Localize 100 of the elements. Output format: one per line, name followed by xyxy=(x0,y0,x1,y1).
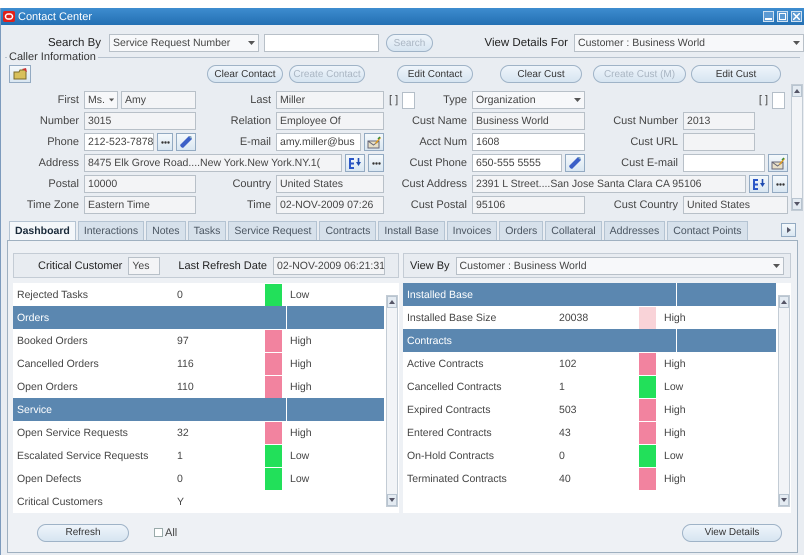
tab[interactable]: Contact Points xyxy=(667,221,748,240)
tab-scroll-button[interactable] xyxy=(781,223,796,237)
field-label: Cust Address xyxy=(402,178,467,190)
metric-label: Cancelled Orders xyxy=(16,358,100,370)
tab[interactable]: Notes xyxy=(146,221,186,240)
view-details-dropdown[interactable]: Customer : Business World xyxy=(574,34,804,52)
checkbox[interactable] xyxy=(772,92,785,108)
folder-button[interactable] xyxy=(9,65,31,83)
minimize-button[interactable] xyxy=(763,11,774,22)
field-label: Relation xyxy=(230,115,271,127)
text-field[interactable]: 02-NOV-2009 07:26 xyxy=(276,196,384,214)
text-field[interactable]: 10000 xyxy=(84,175,196,193)
ellipsis-button[interactable] xyxy=(772,175,788,193)
view-details-button[interactable]: View Details xyxy=(682,524,782,542)
metric-value: 503 xyxy=(558,404,578,416)
envelope-icon xyxy=(366,136,382,148)
view-by-dropdown[interactable]: Customer : Business World xyxy=(456,256,784,274)
scrollbar[interactable] xyxy=(791,84,803,211)
tab[interactable]: Tasks xyxy=(188,221,226,240)
action-button[interactable]: Edit Cust xyxy=(691,65,781,83)
text-field[interactable]: 3015 xyxy=(84,112,196,130)
phone-button[interactable] xyxy=(176,133,196,151)
scroll-up-button[interactable] xyxy=(792,85,802,97)
text-field[interactable] xyxy=(683,154,765,172)
text-field[interactable]: United States xyxy=(683,196,788,214)
text-field[interactable]: 650-555 5555 xyxy=(472,154,562,172)
text-field[interactable]: Employee Of xyxy=(276,112,384,130)
text-field[interactable]: 2391 L Street....San Jose Santa Clara CA 95106 xyxy=(472,175,746,193)
tab[interactable]: Collateral xyxy=(545,221,602,240)
down-arrow-icon xyxy=(781,498,787,502)
text-field[interactable]: amy.miller@bus xyxy=(276,133,361,151)
action-button[interactable]: Edit Contact xyxy=(397,65,473,83)
tab[interactable]: Dashboard xyxy=(9,221,76,240)
metric-value: 116 xyxy=(176,358,195,370)
text-field[interactable]: Amy xyxy=(121,91,196,109)
tab[interactable]: Service Request xyxy=(228,221,318,240)
phone-button[interactable] xyxy=(565,154,585,172)
up-arrow-icon xyxy=(389,300,395,304)
text-field[interactable]: 212-523-7878 xyxy=(84,133,154,151)
metric-value: 43 xyxy=(558,426,572,438)
scroll-down-button[interactable] xyxy=(779,494,789,506)
scroll-up-button[interactable] xyxy=(779,296,789,308)
metric-label: Active Contracts xyxy=(406,358,484,370)
scroll-down-button[interactable] xyxy=(387,494,397,506)
status-rating: High xyxy=(289,358,313,370)
scroll-up-button[interactable] xyxy=(387,296,397,308)
dropdown[interactable]: Organization xyxy=(472,91,585,109)
field-label: Cust Postal xyxy=(410,199,467,211)
ellipsis-button[interactable] xyxy=(368,154,384,172)
text-field[interactable]: Eastern Time xyxy=(84,196,196,214)
field-label: Cust Number xyxy=(613,115,678,127)
action-button[interactable]: Clear Contact xyxy=(207,65,283,83)
text-field[interactable]: United States xyxy=(276,175,384,193)
close-button[interactable] xyxy=(791,11,802,22)
field-label: Postal xyxy=(48,178,79,190)
scroll-down-button[interactable] xyxy=(792,198,802,210)
critical-customer-label: Critical Customer xyxy=(38,260,122,272)
checkbox[interactable] xyxy=(154,528,163,537)
status-rating: Low xyxy=(289,450,310,462)
field-label: Number xyxy=(40,115,79,127)
refresh-button[interactable]: Refresh xyxy=(37,524,129,542)
caret-icon xyxy=(773,264,780,268)
field-label: Cust Country xyxy=(614,199,678,211)
up-arrow-icon xyxy=(794,89,800,93)
search-field[interactable] xyxy=(264,34,379,52)
status-rating: High xyxy=(289,334,313,346)
field-label: Acct Num xyxy=(419,136,467,148)
metric-label: Open Service Requests xyxy=(16,426,129,438)
action-button[interactable]: Clear Cust xyxy=(500,65,582,83)
tab[interactable]: Install Base xyxy=(378,221,445,240)
text-field[interactable]: 8475 Elk Grove Road....New York.New York.NY.1( xyxy=(84,154,342,172)
scrollbar[interactable] xyxy=(778,295,790,507)
text-field[interactable]: Miller xyxy=(276,91,384,109)
tab[interactable]: Contracts xyxy=(319,221,376,240)
text-field[interactable] xyxy=(683,133,755,151)
caret-icon xyxy=(574,98,581,102)
tab[interactable]: Addresses xyxy=(604,221,666,240)
tab[interactable]: Invoices xyxy=(446,221,498,240)
caret-icon xyxy=(108,98,114,102)
text-field[interactable]: 1608 xyxy=(472,133,585,151)
address-list-button[interactable] xyxy=(345,154,365,172)
maximize-button[interactable] xyxy=(777,11,788,22)
salutation-dropdown[interactable]: Ms. xyxy=(84,91,118,109)
tab[interactable]: Orders xyxy=(499,221,544,240)
text-field[interactable]: 95106 xyxy=(472,196,585,214)
tab[interactable]: Interactions xyxy=(78,221,144,240)
status-rating: High xyxy=(289,426,313,438)
ellipsis-button[interactable] xyxy=(157,133,173,151)
scrollbar[interactable] xyxy=(386,295,398,507)
checkbox[interactable] xyxy=(402,92,416,108)
search-by-dropdown[interactable]: Service Request Number xyxy=(109,34,259,52)
metric-value: 0 xyxy=(176,288,184,300)
group-title: Caller Information xyxy=(7,51,98,63)
text-field[interactable]: Yes xyxy=(128,256,160,274)
folder-icon xyxy=(12,68,28,80)
address-list-button[interactable] xyxy=(749,175,769,193)
email-button[interactable] xyxy=(364,133,384,151)
email-button[interactable] xyxy=(768,154,788,172)
text-field[interactable]: Business World xyxy=(472,112,585,130)
text-field[interactable]: 2013 xyxy=(683,112,755,130)
